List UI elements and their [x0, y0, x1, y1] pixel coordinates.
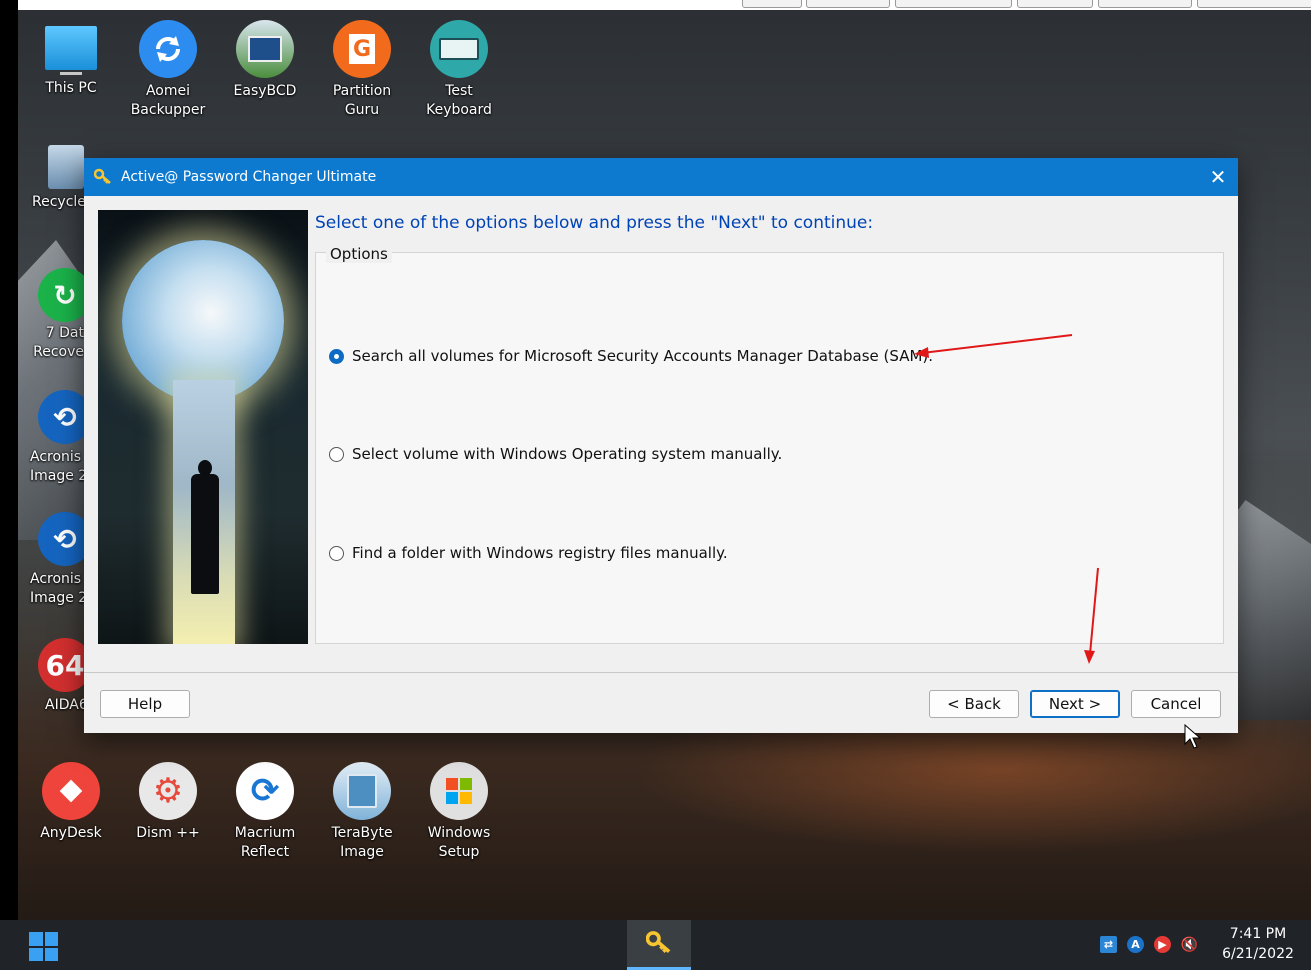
arrow-to-option — [914, 334, 1073, 358]
annotation-arrows — [914, 334, 1099, 664]
taskbar-clock[interactable]: 7:41 PM 6/21/2022 — [1218, 924, 1298, 964]
clock-time: 7:41 PM — [1229, 926, 1287, 942]
windows-start-icon[interactable] — [29, 932, 58, 961]
taskbar-app-password-changer[interactable] — [627, 920, 691, 970]
system-tray: ⇄ A ▶ 🔇 — [1100, 936, 1198, 953]
a-icon[interactable]: A — [1127, 936, 1144, 953]
network-icon[interactable]: ⇄ — [1100, 936, 1117, 953]
arrow-to-next-button — [1084, 567, 1099, 664]
record-icon[interactable]: ▶ — [1154, 936, 1171, 953]
speaker-muted-icon[interactable]: 🔇 — [1181, 936, 1198, 953]
key-icon — [645, 930, 672, 960]
mouse-cursor-icon — [1184, 724, 1202, 749]
clock-date: 6/21/2022 — [1222, 946, 1294, 962]
taskbar: ⇄ A ▶ 🔇 7:41 PM 6/21/2022 — [0, 920, 1311, 970]
